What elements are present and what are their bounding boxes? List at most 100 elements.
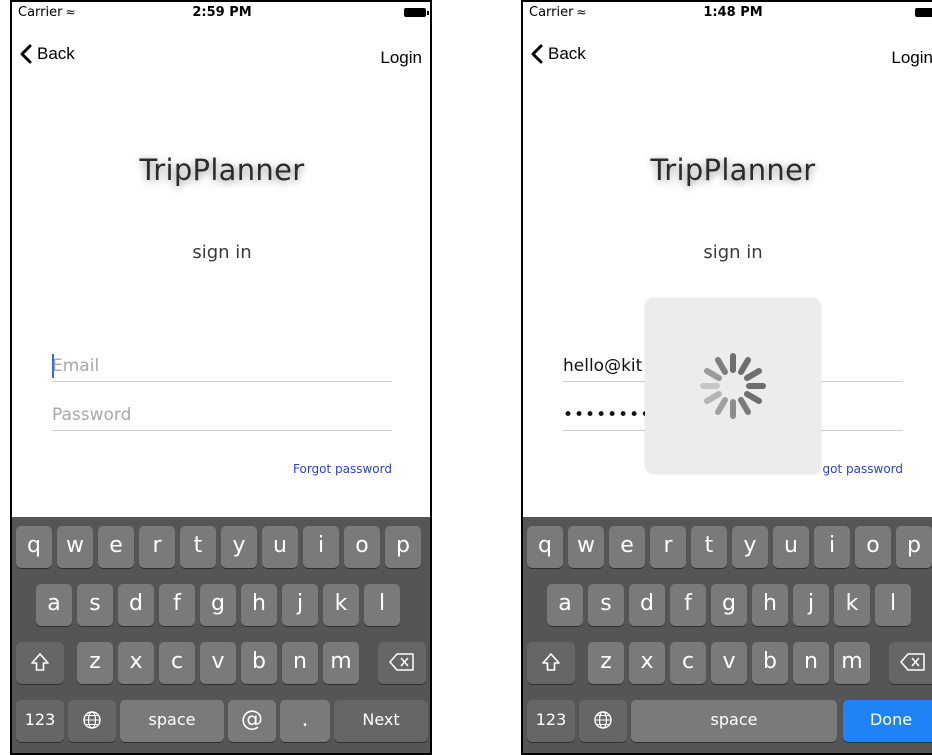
page-subtitle: sign in [192,242,252,263]
status-bar: Carrier ≈ 2:59 PM [12,2,430,24]
key-i[interactable]: i [814,526,850,568]
chevron-left-icon [531,44,543,64]
key-y[interactable]: y [221,526,257,568]
shift-key[interactable] [16,642,64,684]
key-h[interactable]: h [752,584,788,626]
nav-bar: Back Login [12,42,430,78]
key-c[interactable]: c [670,642,706,684]
globe-icon [83,711,101,729]
key-s[interactable]: s [588,584,624,626]
nav-bar: Back Login [523,42,932,78]
battery-icon [915,8,932,17]
login-button[interactable]: Login [891,48,932,68]
key-e[interactable]: e [609,526,645,568]
keyboard: q w e r t y u i o p a s d f g h j k l z … [523,517,932,753]
key-u[interactable]: u [262,526,298,568]
chevron-left-icon [20,44,32,64]
key-u[interactable]: u [773,526,809,568]
page-subtitle: sign in [703,242,763,263]
phone-screen-left: Carrier ≈ 2:59 PM Back Login TripPlanner … [10,0,432,755]
spinner-icon [700,353,766,419]
loading-overlay [645,298,821,474]
key-o[interactable]: o [344,526,380,568]
key-q[interactable]: q [16,526,52,568]
key-k[interactable]: k [834,584,870,626]
key-f[interactable]: f [670,584,706,626]
at-key[interactable]: @ [228,700,276,742]
space-key[interactable]: space [120,700,224,742]
key-j[interactable]: j [793,584,829,626]
key-v[interactable]: v [711,642,747,684]
app-title: TripPlanner [650,153,816,187]
key-n[interactable]: n [793,642,829,684]
key-w[interactable]: w [568,526,604,568]
password-input[interactable] [52,401,392,429]
back-label: Back [37,44,75,63]
key-o[interactable]: o [855,526,891,568]
key-j[interactable]: j [282,584,318,626]
key-n[interactable]: n [282,642,318,684]
forgot-password-link[interactable]: Forgot password [293,462,392,476]
key-v[interactable]: v [200,642,236,684]
key-r[interactable]: r [650,526,686,568]
key-c[interactable]: c [159,642,195,684]
key-p[interactable]: p [896,526,932,568]
key-z[interactable]: z [588,642,624,684]
key-k[interactable]: k [323,584,359,626]
password-field[interactable] [52,401,392,431]
key-g[interactable]: g [200,584,236,626]
status-bar: Carrier ≈ 1:48 PM [523,2,932,24]
key-i[interactable]: i [303,526,339,568]
key-a[interactable]: a [36,584,72,626]
globe-key[interactable] [579,700,627,742]
shift-key[interactable] [527,642,575,684]
key-f[interactable]: f [159,584,195,626]
key-t[interactable]: t [180,526,216,568]
key-m[interactable]: m [834,642,870,684]
delete-key[interactable] [889,642,932,684]
key-y[interactable]: y [732,526,768,568]
next-key[interactable]: Next [334,700,428,742]
key-h[interactable]: h [241,584,277,626]
key-l[interactable]: l [875,584,911,626]
key-m[interactable]: m [323,642,359,684]
key-b[interactable]: b [241,642,277,684]
app-title: TripPlanner [139,153,305,187]
key-z[interactable]: z [77,642,113,684]
space-key[interactable]: space [631,700,837,742]
email-input[interactable] [52,352,392,380]
shift-icon [31,653,49,671]
status-time: 1:48 PM [703,5,763,20]
globe-key[interactable] [68,700,116,742]
back-button[interactable]: Back [531,44,586,64]
key-p[interactable]: p [385,526,421,568]
login-button[interactable]: Login [380,48,422,68]
key-d[interactable]: d [629,584,665,626]
done-key[interactable]: Done [843,700,932,742]
key-g[interactable]: g [711,584,747,626]
delete-icon [900,653,925,671]
key-q[interactable]: q [527,526,563,568]
key-t[interactable]: t [691,526,727,568]
key-e[interactable]: e [98,526,134,568]
numbers-key[interactable]: 123 [527,700,575,742]
key-d[interactable]: d [118,584,154,626]
key-s[interactable]: s [77,584,113,626]
key-x[interactable]: x [118,642,154,684]
status-time: 2:59 PM [192,5,252,20]
key-a[interactable]: a [547,584,583,626]
key-l[interactable]: l [364,584,400,626]
email-field[interactable] [52,352,392,382]
delete-key[interactable] [378,642,426,684]
key-w[interactable]: w [57,526,93,568]
numbers-key[interactable]: 123 [16,700,64,742]
battery-icon [404,8,429,17]
back-label: Back [548,44,586,63]
key-b[interactable]: b [752,642,788,684]
forgot-password-link[interactable]: got password [823,462,903,476]
back-button[interactable]: Back [20,44,75,64]
phone-screen-right: Carrier ≈ 1:48 PM Back Login TripPlanner … [521,0,932,755]
key-x[interactable]: x [629,642,665,684]
key-r[interactable]: r [139,526,175,568]
dot-key[interactable]: . [280,700,330,742]
